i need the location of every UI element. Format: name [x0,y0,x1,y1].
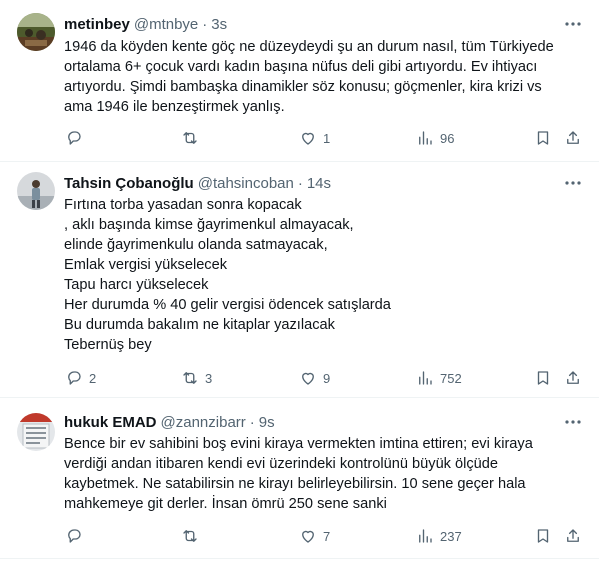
reply-count: 2 [89,370,97,386]
separator-dot: · [297,174,303,192]
views-count: 752 [440,370,462,386]
bookmark-icon [537,371,549,385]
tweet[interactable]: metinbey @mtnbye · 3s 1946 da köyden ken… [0,0,599,162]
bookmark-button[interactable] [534,368,552,388]
more-horizontal-icon [565,22,581,26]
like-button[interactable]: 9 [299,368,330,388]
tweet-header: metinbey @mtnbye · 3s [64,14,227,34]
views-count: 237 [440,528,462,544]
timeline-feed: metinbey @mtnbye · 3s 1946 da köyden ken… [0,0,609,568]
avatar-image [17,13,55,51]
views-button[interactable]: 237 [416,526,462,546]
retweet-button[interactable] [181,526,205,546]
reply-icon [68,131,81,145]
heart-icon [302,530,314,543]
retweet-button[interactable] [181,128,205,148]
retweet-icon [183,372,197,384]
more-horizontal-icon [565,420,581,424]
bookmark-button[interactable] [534,128,552,148]
bookmark-button[interactable] [534,526,552,546]
action-bar: 2 3 9 752 [64,368,584,388]
user-handle[interactable]: @zannzibarr [161,414,246,431]
heart-icon [302,372,314,385]
retweet-button[interactable]: 3 [181,368,212,388]
tweet-header: Tahsin Çobanoğlu @tahsincoban · 14s [64,173,331,193]
action-bar: 1 96 [64,128,584,148]
tweet-text: 1946 da köyden kente göç ne düzeydeydi ş… [64,39,554,115]
display-name[interactable]: hukuk EMAD [64,414,157,431]
views-count: 96 [440,130,455,146]
views-button[interactable]: 752 [416,368,462,388]
reply-icon [68,371,81,385]
more-horizontal-icon [565,181,581,185]
bookmark-icon [537,131,549,145]
user-handle[interactable]: @mtnbye [134,16,198,33]
display-name[interactable]: metinbey [64,16,130,33]
tweet-header: hukuk EMAD @zannzibarr · 9s [64,412,275,432]
retweet-count: 3 [205,370,213,386]
like-count: 1 [323,130,331,146]
bookmark-icon [537,529,549,543]
views-button[interactable]: 96 [416,128,454,148]
tweet[interactable]: Tahsin Çobanoğlu @tahsincoban · 14s Fırt… [0,162,599,398]
action-bar: 7 237 [64,526,584,546]
like-count: 9 [323,370,331,386]
timestamp[interactable]: 14s [307,175,331,192]
views-chart-icon [419,131,432,145]
timestamp[interactable]: 3s [211,16,227,33]
avatar[interactable] [17,413,55,451]
share-icon [567,131,579,144]
share-button[interactable] [564,526,582,546]
avatar[interactable] [17,13,55,51]
share-button[interactable] [564,368,582,388]
retweet-icon [183,132,197,144]
share-icon [567,371,579,384]
avatar[interactable] [17,172,55,210]
like-button[interactable]: 7 [299,526,330,546]
views-chart-icon [419,371,432,385]
more-icon-button[interactable] [563,14,583,34]
reply-button[interactable] [65,526,89,546]
reply-button[interactable]: 2 [65,368,96,388]
avatar-image [17,172,55,210]
share-icon [567,529,579,542]
like-button[interactable]: 1 [299,128,330,148]
retweet-icon [183,530,197,542]
avatar-image [17,413,55,451]
tweet-text: Fırtına torba yasadan sonra kopacak , ak… [64,197,391,353]
reply-icon [68,529,81,543]
separator-dot: · [202,15,208,33]
like-count: 7 [323,528,331,544]
user-handle[interactable]: @tahsincoban [198,175,294,192]
tweet[interactable]: hukuk EMAD @zannzibarr · 9s Bence bir ev… [0,398,599,559]
tweet-text: Bence bir ev sahibini boş evini kiraya v… [64,436,533,512]
more-icon-button[interactable] [563,412,583,432]
share-button[interactable] [564,128,582,148]
display-name[interactable]: Tahsin Çobanoğlu [64,175,194,192]
timestamp[interactable]: 9s [259,414,275,431]
views-chart-icon [419,529,432,543]
heart-icon [302,132,314,145]
reply-button[interactable] [65,128,89,148]
more-icon-button[interactable] [563,173,583,193]
separator-dot: · [249,413,255,431]
